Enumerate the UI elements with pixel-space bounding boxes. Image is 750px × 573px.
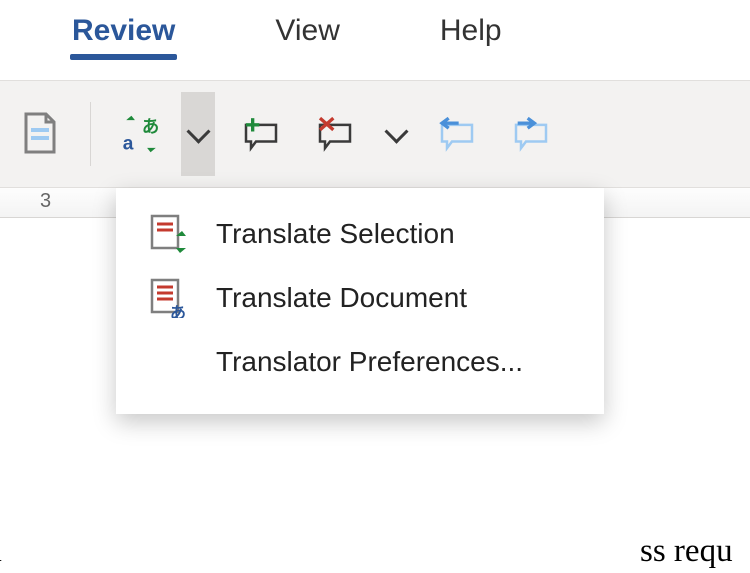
comment-prev-icon [437, 114, 477, 154]
doc-text: ss requ [640, 518, 733, 573]
new-comment-button[interactable] [233, 106, 289, 162]
menu-item-label: Translate Selection [216, 218, 455, 250]
menu-item-translator-preferences[interactable]: Translator Preferences... [116, 330, 604, 394]
editor-button[interactable] [12, 106, 68, 162]
svg-text:あ: あ [170, 304, 186, 318]
svg-text:a: a [123, 134, 134, 155]
tab-review[interactable]: Review [72, 14, 175, 48]
comment-delete-icon [315, 114, 355, 154]
comment-next-icon [511, 114, 551, 154]
menu-item-translate-document[interactable]: あ Translate Document [116, 266, 604, 330]
ribbon-separator [90, 102, 91, 166]
tab-view[interactable]: View [275, 14, 339, 48]
ruler-mark: 3 [40, 190, 51, 213]
document-check-icon [20, 114, 60, 154]
doc-text: ormat d [0, 518, 2, 573]
translate-dropdown-toggle[interactable] [181, 92, 215, 176]
chevron-down-icon [190, 126, 207, 143]
translate-selection-icon [144, 214, 192, 254]
chevron-down-icon [388, 126, 405, 143]
translate-icon: あ a [121, 114, 161, 154]
menu-item-label: Translate Document [216, 282, 467, 314]
translate-button[interactable]: あ a [113, 106, 169, 162]
delete-comment-button[interactable] [307, 106, 363, 162]
menu-item-label: Translator Preferences... [216, 346, 523, 378]
translate-document-icon: あ [144, 278, 192, 318]
tab-help[interactable]: Help [440, 14, 502, 48]
menu-item-translate-selection[interactable]: Translate Selection [116, 202, 604, 266]
next-comment-button[interactable] [503, 106, 559, 162]
ribbon: あ a [0, 80, 750, 188]
svg-text:あ: あ [142, 116, 159, 136]
translate-menu: Translate Selection あ Translate Document… [116, 188, 604, 414]
delete-comment-dropdown[interactable] [381, 106, 411, 162]
comment-plus-icon [241, 114, 281, 154]
previous-comment-button[interactable] [429, 106, 485, 162]
